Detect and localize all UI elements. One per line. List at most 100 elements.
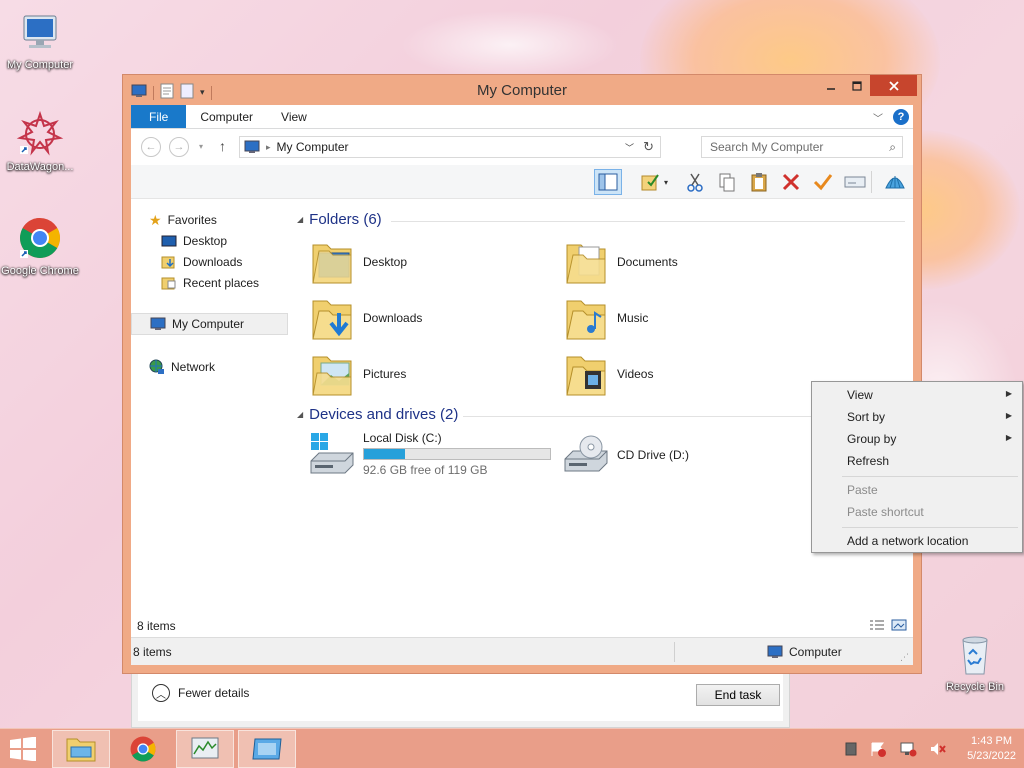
volume-muted-icon[interactable] [929,741,947,757]
clock-date: 5/23/2022 [967,750,1016,762]
submenu-arrow-icon: ▶ [1005,411,1012,420]
up-arrow-icon[interactable]: ↑ [219,138,226,154]
delete-button[interactable] [777,169,805,195]
menu-item-add-network-location[interactable]: Add a network location [814,530,1020,552]
tab-computer[interactable]: Computer [186,105,267,128]
close-button[interactable] [870,75,917,96]
minimize-button[interactable] [818,75,844,96]
properties-check-icon [641,174,659,191]
computer-small-icon [244,140,260,153]
taskbar-task-manager[interactable] [176,730,234,768]
nav-item-desktop[interactable]: Desktop [161,230,287,252]
desktop-icon-datawagon[interactable]: DataWagon... [0,110,80,174]
drive-usage-fill [364,449,405,459]
nav-item-network[interactable]: Network [149,356,287,378]
folder-label: Documents [617,255,678,269]
drive-free-space: 92.6 GB free of 119 GB [363,463,488,477]
menu-item-paste[interactable]: Paste [814,479,1020,501]
task-manager-window: ︿ Fewer details End task [131,672,790,728]
drive-label: Local Disk (C:) [363,431,442,445]
drive-tile-d[interactable]: CD Drive (D:) [561,435,689,475]
title-bar[interactable]: ▾ My Computer [123,75,921,105]
end-task-button[interactable]: End task [696,684,780,706]
preview-pane-button[interactable] [594,169,622,195]
action-center-flag-icon[interactable] [869,741,887,757]
menu-item-group-by[interactable]: Group by ▶ [814,428,1020,450]
documents-folder-icon [565,239,607,285]
ribbon-right: ﹀ ? [873,109,909,125]
pictures-folder-icon [311,351,353,397]
help-icon[interactable]: ? [893,109,909,125]
show-desktop-icon[interactable] [845,742,857,756]
address-dropdown-icon[interactable]: ﹀ [625,141,634,154]
folder-label: Desktop [363,255,408,269]
network-icon [149,359,164,374]
expand-ribbon-icon[interactable]: ﹀ [873,110,883,125]
desktop-icon-label: Google Chrome [1,265,79,277]
downloads-small-icon [161,256,175,269]
address-bar[interactable]: ▸ My Computer ﹀ ↻ [239,136,661,158]
fewer-details-button[interactable]: ︿ Fewer details [152,684,249,702]
drive-tile-c[interactable]: Local Disk (C:) 92.6 GB free of 119 GB [307,431,551,477]
properties-dropdown-icon[interactable]: ▾ [664,178,668,187]
desktop-folder-icon [311,239,353,285]
collapse-triangle-icon[interactable]: ◢ [297,410,303,419]
folders-group-header[interactable]: ◢ Folders (6) [297,211,382,228]
clock[interactable]: 1:43 PM 5/23/2022 [967,734,1016,764]
nav-item-downloads[interactable]: Downloads [161,251,287,273]
menu-item-sort-by[interactable]: Sort by ▶ [814,406,1020,428]
map-drive-button[interactable] [841,169,869,195]
copy-button[interactable] [713,169,741,195]
refresh-icon[interactable]: ↻ [643,139,654,155]
devices-group-header[interactable]: ◢ Devices and drives (2) [297,406,458,423]
folder-tile-pictures[interactable]: Pictures [311,349,551,399]
back-button[interactable]: ← [141,137,161,157]
desktop-icon-my-computer[interactable]: My Computer [0,8,80,72]
taskbar-chrome[interactable] [114,730,172,768]
checkmark-icon [813,174,833,191]
videos-folder-icon [565,351,607,397]
network-status-icon[interactable] [899,741,917,757]
context-menu: View ▶ Sort by ▶ Group by ▶ Refresh Past… [811,381,1023,553]
folder-tile-downloads[interactable]: Downloads [311,293,551,343]
collapse-triangle-icon[interactable]: ◢ [297,215,303,224]
start-button[interactable] [8,736,38,762]
recent-locations-icon[interactable]: ▾ [199,142,203,151]
desktop-icon-label: Recycle Bin [945,681,1005,693]
folder-tile-desktop[interactable]: Desktop [311,237,551,287]
menu-item-paste-shortcut[interactable]: Paste shortcut [814,501,1020,523]
maximize-button[interactable] [844,75,870,96]
breadcrumb-separator-icon[interactable]: ▸ [266,142,271,153]
nav-item-recent-places[interactable]: Recent places [161,272,287,294]
folder-tile-documents[interactable]: Documents [565,237,805,287]
search-input[interactable]: Search My Computer ⌕ [701,136,903,158]
forward-button[interactable]: → [169,137,189,157]
desktop-icon-chrome[interactable]: Google Chrome [0,214,80,278]
search-icon[interactable]: ⌕ [889,140,896,155]
clipboard-icon [751,173,767,192]
menu-item-refresh[interactable]: Refresh [814,450,1020,472]
folder-tile-music[interactable]: Music [565,293,805,343]
nav-item-my-computer[interactable]: My Computer [131,313,288,335]
tab-view[interactable]: View [267,105,321,128]
taskbar-file-explorer[interactable] [52,730,110,768]
menu-item-view[interactable]: View ▶ [814,384,1020,406]
menu-separator [842,527,1018,528]
breadcrumb[interactable]: My Computer [277,140,349,154]
paste-button[interactable] [745,169,773,195]
desktop-icon-recycle-bin[interactable]: Recycle Bin [935,630,1015,694]
details-view-icon[interactable] [869,619,885,631]
nav-item-favorites[interactable]: ★ Favorites [149,209,287,231]
status-divider [674,642,675,662]
tab-file[interactable]: File [131,105,187,128]
large-icons-view-icon[interactable] [891,619,907,631]
shell-button[interactable] [881,169,909,195]
menu-item-label: Add a network location [847,534,969,548]
taskbar-app-window[interactable] [238,730,296,768]
cut-button[interactable] [681,169,709,195]
wallpaper-petal [400,10,620,80]
folder-tile-videos[interactable]: Videos [565,349,805,399]
resize-grip-icon[interactable]: ⋰ [900,652,909,663]
rename-button[interactable] [809,169,837,195]
properties-button[interactable]: ▾ [636,169,672,195]
